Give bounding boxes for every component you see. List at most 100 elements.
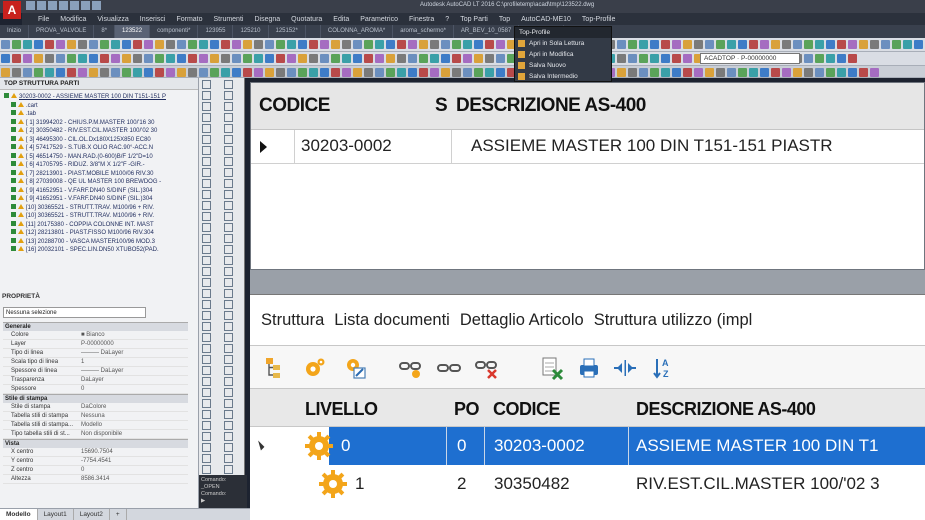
toolbar-tool-icon[interactable] <box>639 54 648 63</box>
toolbar-tool-icon[interactable] <box>254 40 263 49</box>
property-row[interactable]: X centro 15690.7504 <box>3 448 188 457</box>
tree-item[interactable]: [ 1] 31994202 - CHIUS.P.M.MASTER 100/'16… <box>4 118 196 128</box>
toolbar-tool-icon[interactable] <box>496 54 505 63</box>
toolbar-tool-icon[interactable] <box>122 54 131 63</box>
toolbar-tool-icon[interactable] <box>452 68 461 77</box>
toolbar-tool-icon[interactable] <box>837 68 846 77</box>
menu-item-salva-intermedio[interactable]: Salva Intermedio <box>515 71 611 82</box>
toolbar-tool-icon[interactable] <box>705 40 714 49</box>
modify-tool-icon[interactable] <box>224 245 233 254</box>
plot-icon[interactable] <box>70 1 79 10</box>
modify-tool-icon[interactable] <box>224 124 233 133</box>
menu-item-0[interactable]: File <box>38 16 49 23</box>
toolbar-tool-icon[interactable] <box>826 40 835 49</box>
tab-modello[interactable]: Modello <box>0 509 38 520</box>
tree-item[interactable]: 30203-0002 - ASSIEME MASTER 100 DIN T151… <box>4 93 196 102</box>
menu-item-3[interactable]: Inserisci <box>140 16 166 23</box>
toolbar-tool-icon[interactable] <box>1 40 10 49</box>
toolbar-tool-icon[interactable] <box>716 40 725 49</box>
toolbar-tool-icon[interactable] <box>309 54 318 63</box>
checkbox-icon[interactable] <box>11 169 16 175</box>
toolbar-tool-icon[interactable] <box>617 54 626 63</box>
checkbox-icon[interactable] <box>11 246 16 251</box>
modify-tool-icon[interactable] <box>224 454 233 463</box>
menu-item-salva-nuovo[interactable]: Salva Nuovo <box>515 60 611 71</box>
draw-tool-icon[interactable] <box>202 190 211 199</box>
toolbar-tool-icon[interactable] <box>199 40 208 49</box>
draw-tool-icon[interactable] <box>202 124 211 133</box>
tab-lista-documenti[interactable]: Lista documenti <box>334 311 450 330</box>
toolbar-tool-icon[interactable] <box>661 68 670 77</box>
toolbar-tool-icon[interactable] <box>859 68 868 77</box>
toolbar-tool-icon[interactable] <box>342 68 351 77</box>
toolbar-tool-icon[interactable] <box>419 68 428 77</box>
link-icon[interactable] <box>436 355 462 381</box>
checkbox-icon[interactable] <box>11 178 16 183</box>
draw-tool-icon[interactable] <box>202 454 211 463</box>
property-value[interactable]: DaColore <box>81 403 188 411</box>
file-tab[interactable] <box>306 25 321 38</box>
property-row[interactable]: Tabella stili di stampa... Modello <box>3 421 188 430</box>
file-tab[interactable]: 123955 <box>198 25 234 38</box>
excel-export-icon[interactable] <box>540 355 566 381</box>
toolbar-tool-icon[interactable] <box>78 54 87 63</box>
toolbar-tool-icon[interactable] <box>232 40 241 49</box>
toolbar-tool-icon[interactable] <box>287 68 296 77</box>
toolbar-tool-icon[interactable] <box>78 68 87 77</box>
toolbar-tool-icon[interactable] <box>683 54 692 63</box>
tree-item[interactable]: .tab <box>4 110 196 119</box>
toolbar-tool-icon[interactable] <box>793 68 802 77</box>
toolbar-tool-icon[interactable] <box>650 68 659 77</box>
property-value[interactable]: Non disponibile <box>81 430 188 438</box>
menu-item-9[interactable]: Parametrico <box>360 16 398 23</box>
checkbox-icon[interactable] <box>11 186 16 192</box>
toolbar-tool-icon[interactable] <box>716 68 725 77</box>
toolbar-tool-icon[interactable] <box>463 68 472 77</box>
menu-item-10[interactable]: Finestra <box>409 16 434 23</box>
file-tab[interactable]: 123522 <box>115 25 151 38</box>
toolbar-tool-icon[interactable] <box>419 40 428 49</box>
draw-tool-icon[interactable] <box>202 80 211 89</box>
draw-tool-icon[interactable] <box>202 201 211 210</box>
toolbar-tool-icon[interactable] <box>210 68 219 77</box>
toolbar-tool-icon[interactable] <box>210 40 219 49</box>
toolbar-tool-icon[interactable] <box>67 68 76 77</box>
checkbox-icon[interactable] <box>11 101 16 107</box>
modify-tool-icon[interactable] <box>224 190 233 199</box>
property-value[interactable]: 0 <box>81 466 188 474</box>
toolbar-tool-icon[interactable] <box>771 68 780 77</box>
link-remove-icon[interactable] <box>474 355 500 381</box>
menu-item-14[interactable]: AutoCAD-ME10 <box>521 16 571 23</box>
draw-tool-icon[interactable] <box>202 465 211 474</box>
toolbar-tool-icon[interactable] <box>144 54 153 63</box>
cell-codice[interactable]: 30203-0002 <box>301 136 392 156</box>
toolbar-tool-icon[interactable] <box>78 40 87 49</box>
toolbar-tool-icon[interactable] <box>56 54 65 63</box>
toolbar-tool-icon[interactable] <box>870 68 879 77</box>
toolbar-tool-icon[interactable] <box>771 40 780 49</box>
toolbar-tool-icon[interactable] <box>430 54 439 63</box>
property-value[interactable]: -7754.4541 <box>81 457 188 465</box>
toolbar-tool-icon[interactable] <box>474 40 483 49</box>
tree-item[interactable]: [ 6] 41705795 - RIDUZ. 3/8"M X 1/2"F -GI… <box>4 161 196 170</box>
toolbar-tool-icon[interactable] <box>111 40 120 49</box>
property-row[interactable]: Y centro -7754.4541 <box>3 457 188 466</box>
menu-item-11[interactable]: ? <box>445 16 449 23</box>
toolbar-tool-icon[interactable] <box>364 68 373 77</box>
draw-tool-icon[interactable] <box>202 377 211 386</box>
tree-item[interactable]: .cart <box>4 101 196 111</box>
saveas-icon[interactable] <box>59 1 68 10</box>
draw-tool-icon[interactable] <box>202 267 211 276</box>
toolbar-tool-icon[interactable] <box>100 54 109 63</box>
property-value[interactable]: ——— DaLayer <box>81 367 188 375</box>
toolbar-tool-icon[interactable] <box>386 54 395 63</box>
toolbar-tool-icon[interactable] <box>67 40 76 49</box>
property-row[interactable]: Altezza 8586.3414 <box>3 475 188 484</box>
draw-tool-icon[interactable] <box>202 212 211 221</box>
draw-tool-icon[interactable] <box>202 388 211 397</box>
draw-tool-icon[interactable] <box>202 278 211 287</box>
modify-tool-icon[interactable] <box>224 113 233 122</box>
menu-item-15[interactable]: Top-Profile <box>582 16 615 23</box>
tree-structure-icon[interactable] <box>260 355 286 381</box>
toolbar-tool-icon[interactable] <box>353 40 362 49</box>
